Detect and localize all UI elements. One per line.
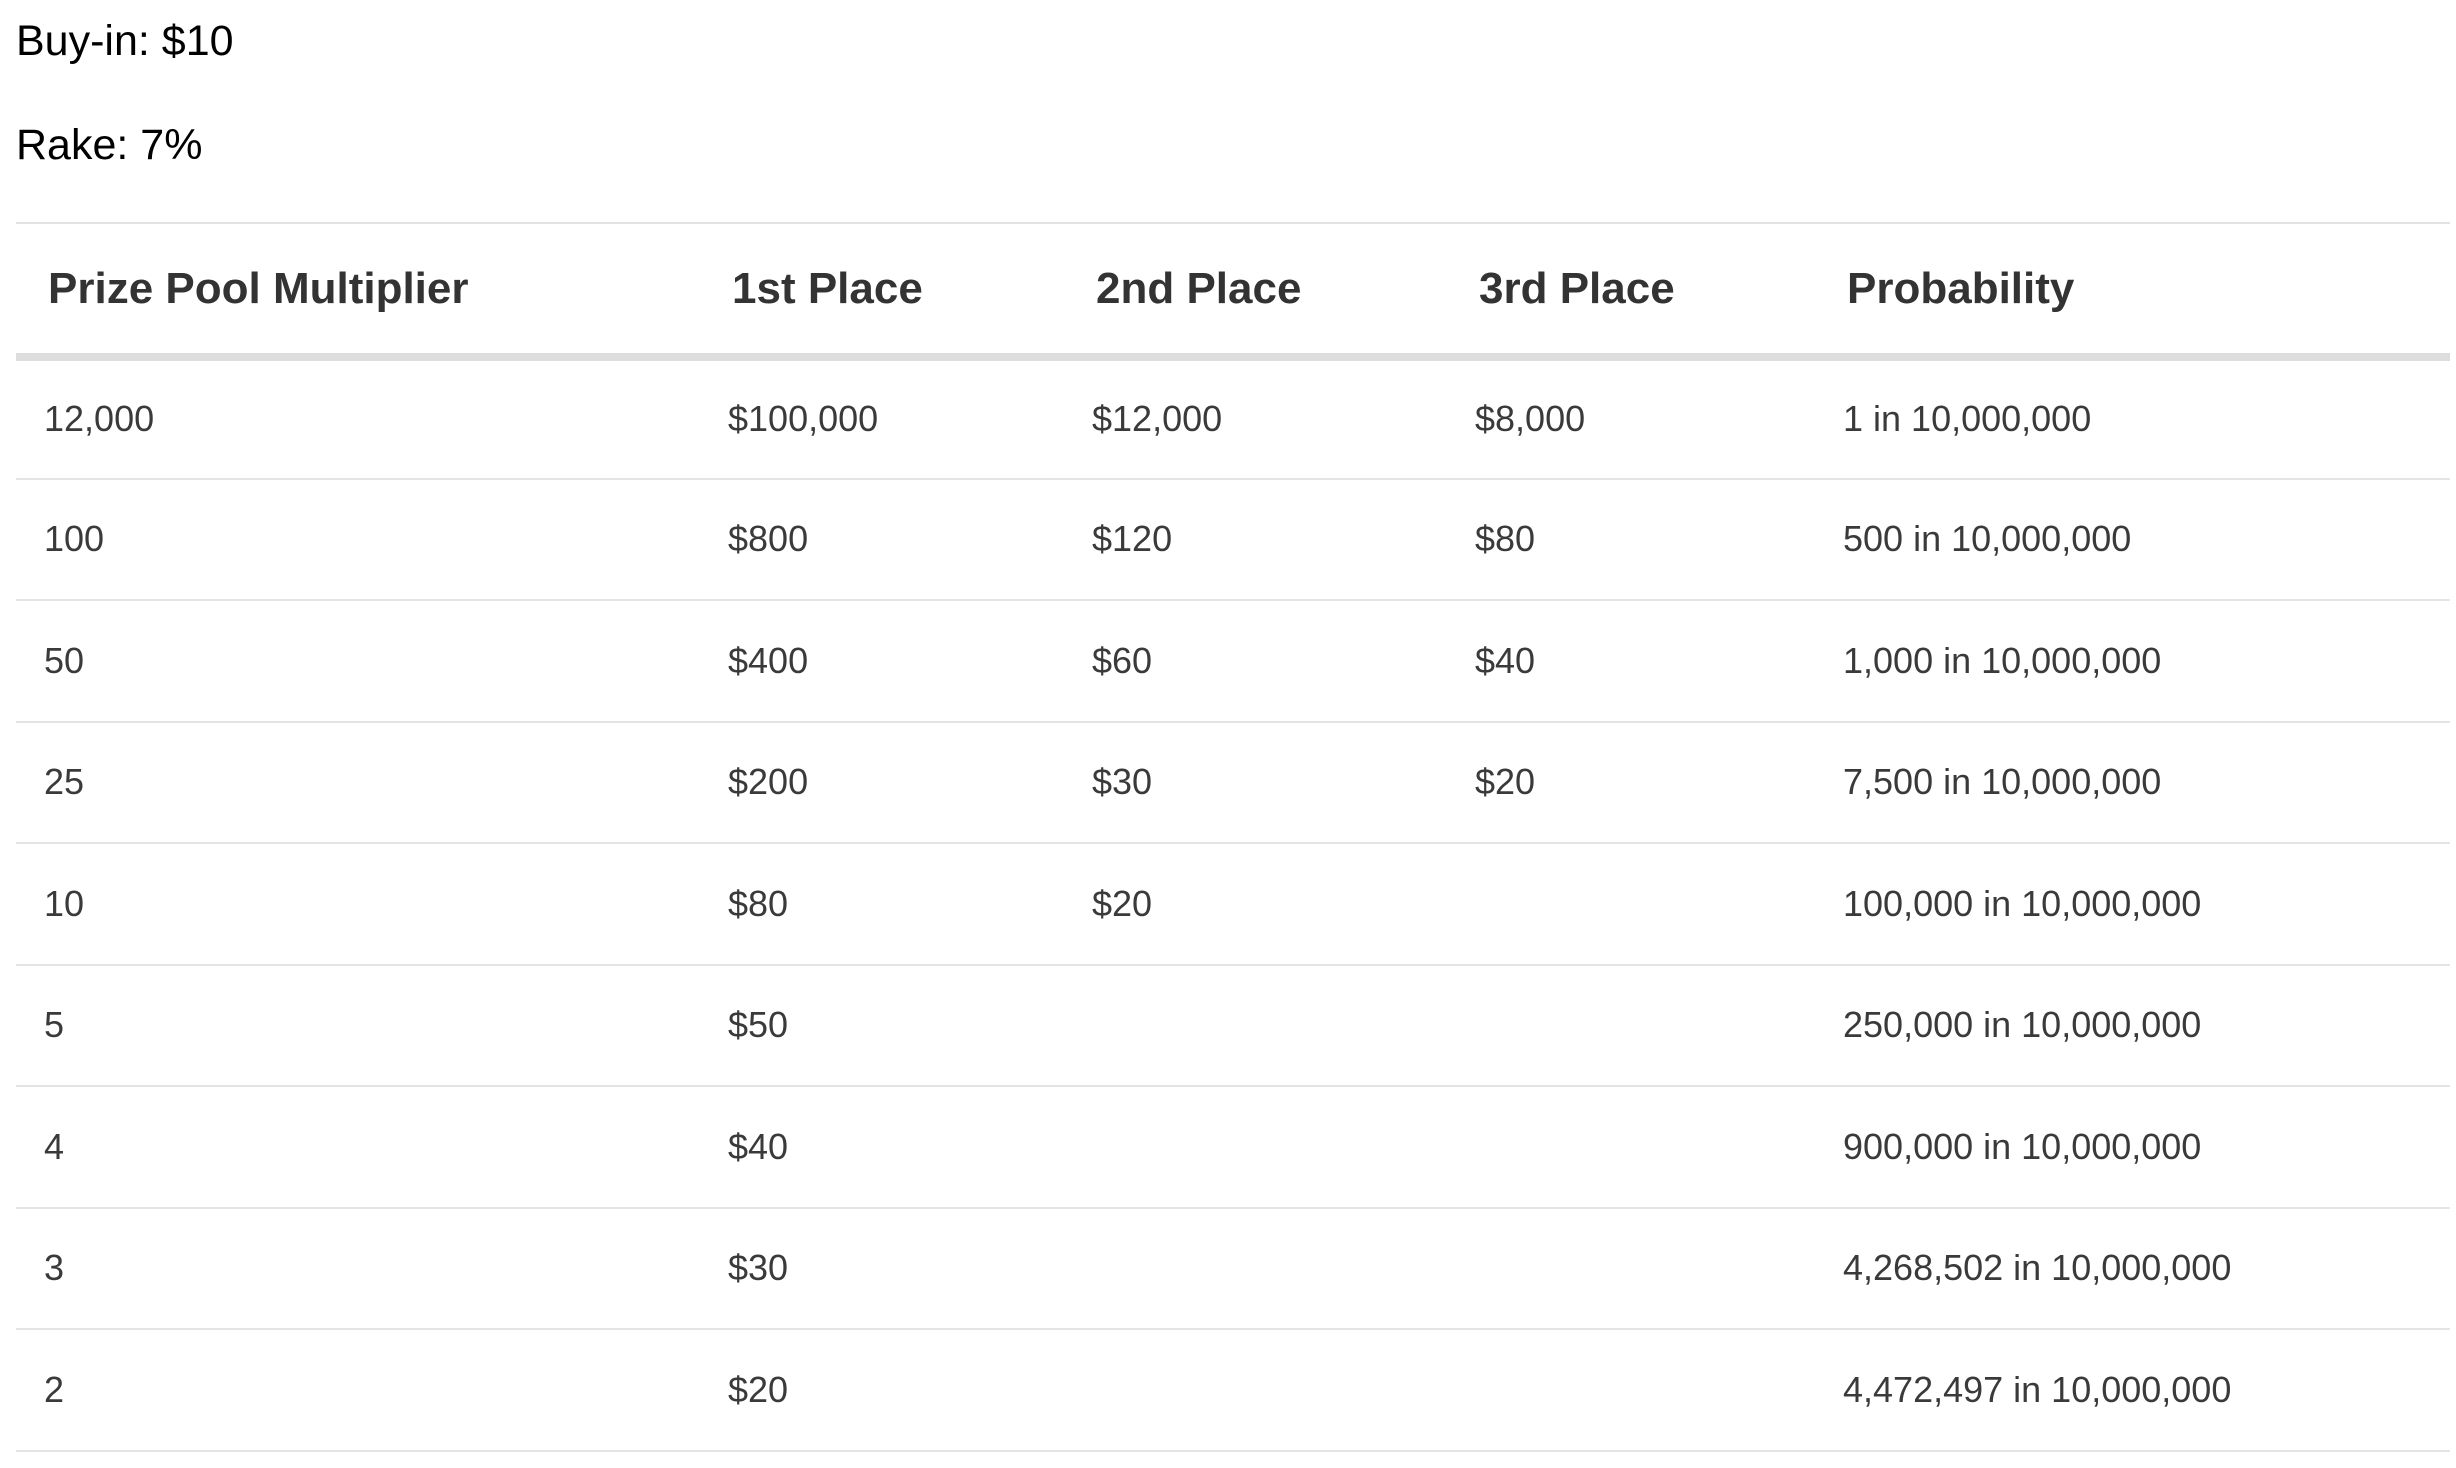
cell-probability: 250,000 in 10,000,000 — [1843, 1004, 2202, 1046]
cell-2nd-place — [1064, 1208, 1447, 1330]
buy-in-text: Buy-in: $10 — [16, 17, 234, 65]
table-row: 2 $20 4,472,497 in 10,000,000 — [16, 1329, 2450, 1451]
prize-table: Prize Pool Multiplier 1st Place 2nd Plac… — [16, 222, 2450, 1452]
cell-1st-place: $400 — [728, 639, 809, 681]
header-row: Prize Pool Multiplier 1st Place 2nd Plac… — [16, 223, 2450, 361]
cell-probability: 1 in 10,000,000 — [1843, 398, 2092, 440]
cell-3rd-place: $8,000 — [1475, 398, 1586, 440]
cell-probability: 4,268,502 in 10,000,000 — [1843, 1247, 2232, 1289]
cell-multiplier: 50 — [44, 639, 85, 681]
cell-multiplier: 12,000 — [44, 398, 155, 440]
cell-multiplier: 25 — [44, 761, 85, 803]
cell-2nd-place: $20 — [1092, 882, 1153, 924]
cell-1st-place: $80 — [728, 882, 789, 924]
table-body: 12,000 $100,000 $12,000 $8,000 1 in 10,0… — [16, 357, 2450, 1451]
cell-3rd-place — [1447, 1208, 1815, 1330]
cell-2nd-place: $30 — [1092, 761, 1153, 803]
cell-3rd-place: $20 — [1475, 761, 1536, 803]
cell-probability: 1,000 in 10,000,000 — [1843, 639, 2162, 681]
table-row: 25 $200 $30 $20 7,500 in 10,000,000 — [16, 722, 2450, 843]
cell-multiplier: 4 — [44, 1125, 65, 1167]
cell-3rd-place — [1447, 843, 1815, 965]
table-row: 5 $50 250,000 in 10,000,000 — [16, 965, 2450, 1087]
cell-multiplier: 2 — [44, 1368, 65, 1410]
cell-probability: 100,000 in 10,000,000 — [1843, 882, 2202, 924]
cell-probability: 7,500 in 10,000,000 — [1843, 761, 2162, 803]
table-row: 50 $400 $60 $40 1,000 in 10,000,000 — [16, 600, 2450, 722]
header-3rd-place: 3rd Place — [1447, 223, 1815, 361]
cell-2nd-place: $60 — [1092, 639, 1153, 681]
cell-2nd-place — [1064, 1329, 1447, 1451]
cell-1st-place: $800 — [728, 518, 809, 560]
cell-probability: 4,472,497 in 10,000,000 — [1843, 1368, 2232, 1410]
cell-3rd-place — [1447, 1329, 1815, 1451]
cell-2nd-place — [1064, 1086, 1447, 1208]
cell-1st-place: $30 — [728, 1247, 789, 1289]
table-row: 4 $40 900,000 in 10,000,000 — [16, 1086, 2450, 1208]
cell-3rd-place — [1447, 1086, 1815, 1208]
cell-multiplier: 100 — [44, 518, 105, 560]
header-1st-place: 1st Place — [700, 223, 1064, 361]
rake-text: Rake: 7% — [16, 121, 203, 169]
cell-3rd-place: $40 — [1475, 639, 1536, 681]
cell-probability: 500 in 10,000,000 — [1843, 518, 2132, 560]
table-row: 12,000 $100,000 $12,000 $8,000 1 in 10,0… — [16, 357, 2450, 479]
cell-multiplier: 10 — [44, 882, 85, 924]
cell-2nd-place: $12,000 — [1092, 398, 1223, 440]
cell-multiplier: 3 — [44, 1247, 65, 1289]
cell-multiplier: 5 — [44, 1004, 65, 1046]
cell-2nd-place — [1064, 965, 1447, 1087]
cell-3rd-place: $80 — [1475, 518, 1536, 560]
cell-1st-place: $100,000 — [728, 398, 879, 440]
cell-3rd-place — [1447, 965, 1815, 1087]
table-row: 100 $800 $120 $80 500 in 10,000,000 — [16, 479, 2450, 600]
table-header: Prize Pool Multiplier 1st Place 2nd Plac… — [16, 223, 2450, 361]
cell-1st-place: $20 — [728, 1368, 789, 1410]
table-row: 10 $80 $20 100,000 in 10,000,000 — [16, 843, 2450, 965]
table-row: 3 $30 4,268,502 in 10,000,000 — [16, 1208, 2450, 1330]
cell-2nd-place: $120 — [1092, 518, 1173, 560]
header-2nd-place: 2nd Place — [1064, 223, 1447, 361]
cell-1st-place: $200 — [728, 761, 809, 803]
cell-probability: 900,000 in 10,000,000 — [1843, 1125, 2202, 1167]
header-probability: Probability — [1815, 223, 2450, 361]
cell-1st-place: $50 — [728, 1004, 789, 1046]
cell-1st-place: $40 — [728, 1125, 789, 1167]
header-prize-pool-multiplier: Prize Pool Multiplier — [16, 223, 700, 361]
